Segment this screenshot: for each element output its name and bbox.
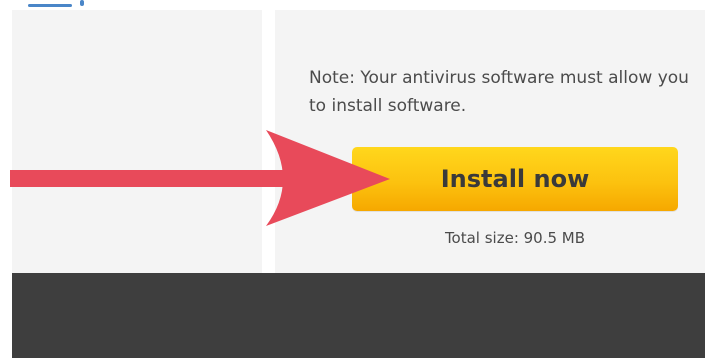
left-panel <box>12 10 262 273</box>
truncated-link-fragment <box>28 0 108 12</box>
total-size-label: Total size: 90.5 MB <box>444 229 586 247</box>
panel-divider <box>262 10 275 273</box>
install-now-button[interactable]: Install now <box>352 147 678 211</box>
antivirus-note: Note: Your antivirus software must allow… <box>309 68 689 116</box>
footer-bar <box>12 273 705 358</box>
